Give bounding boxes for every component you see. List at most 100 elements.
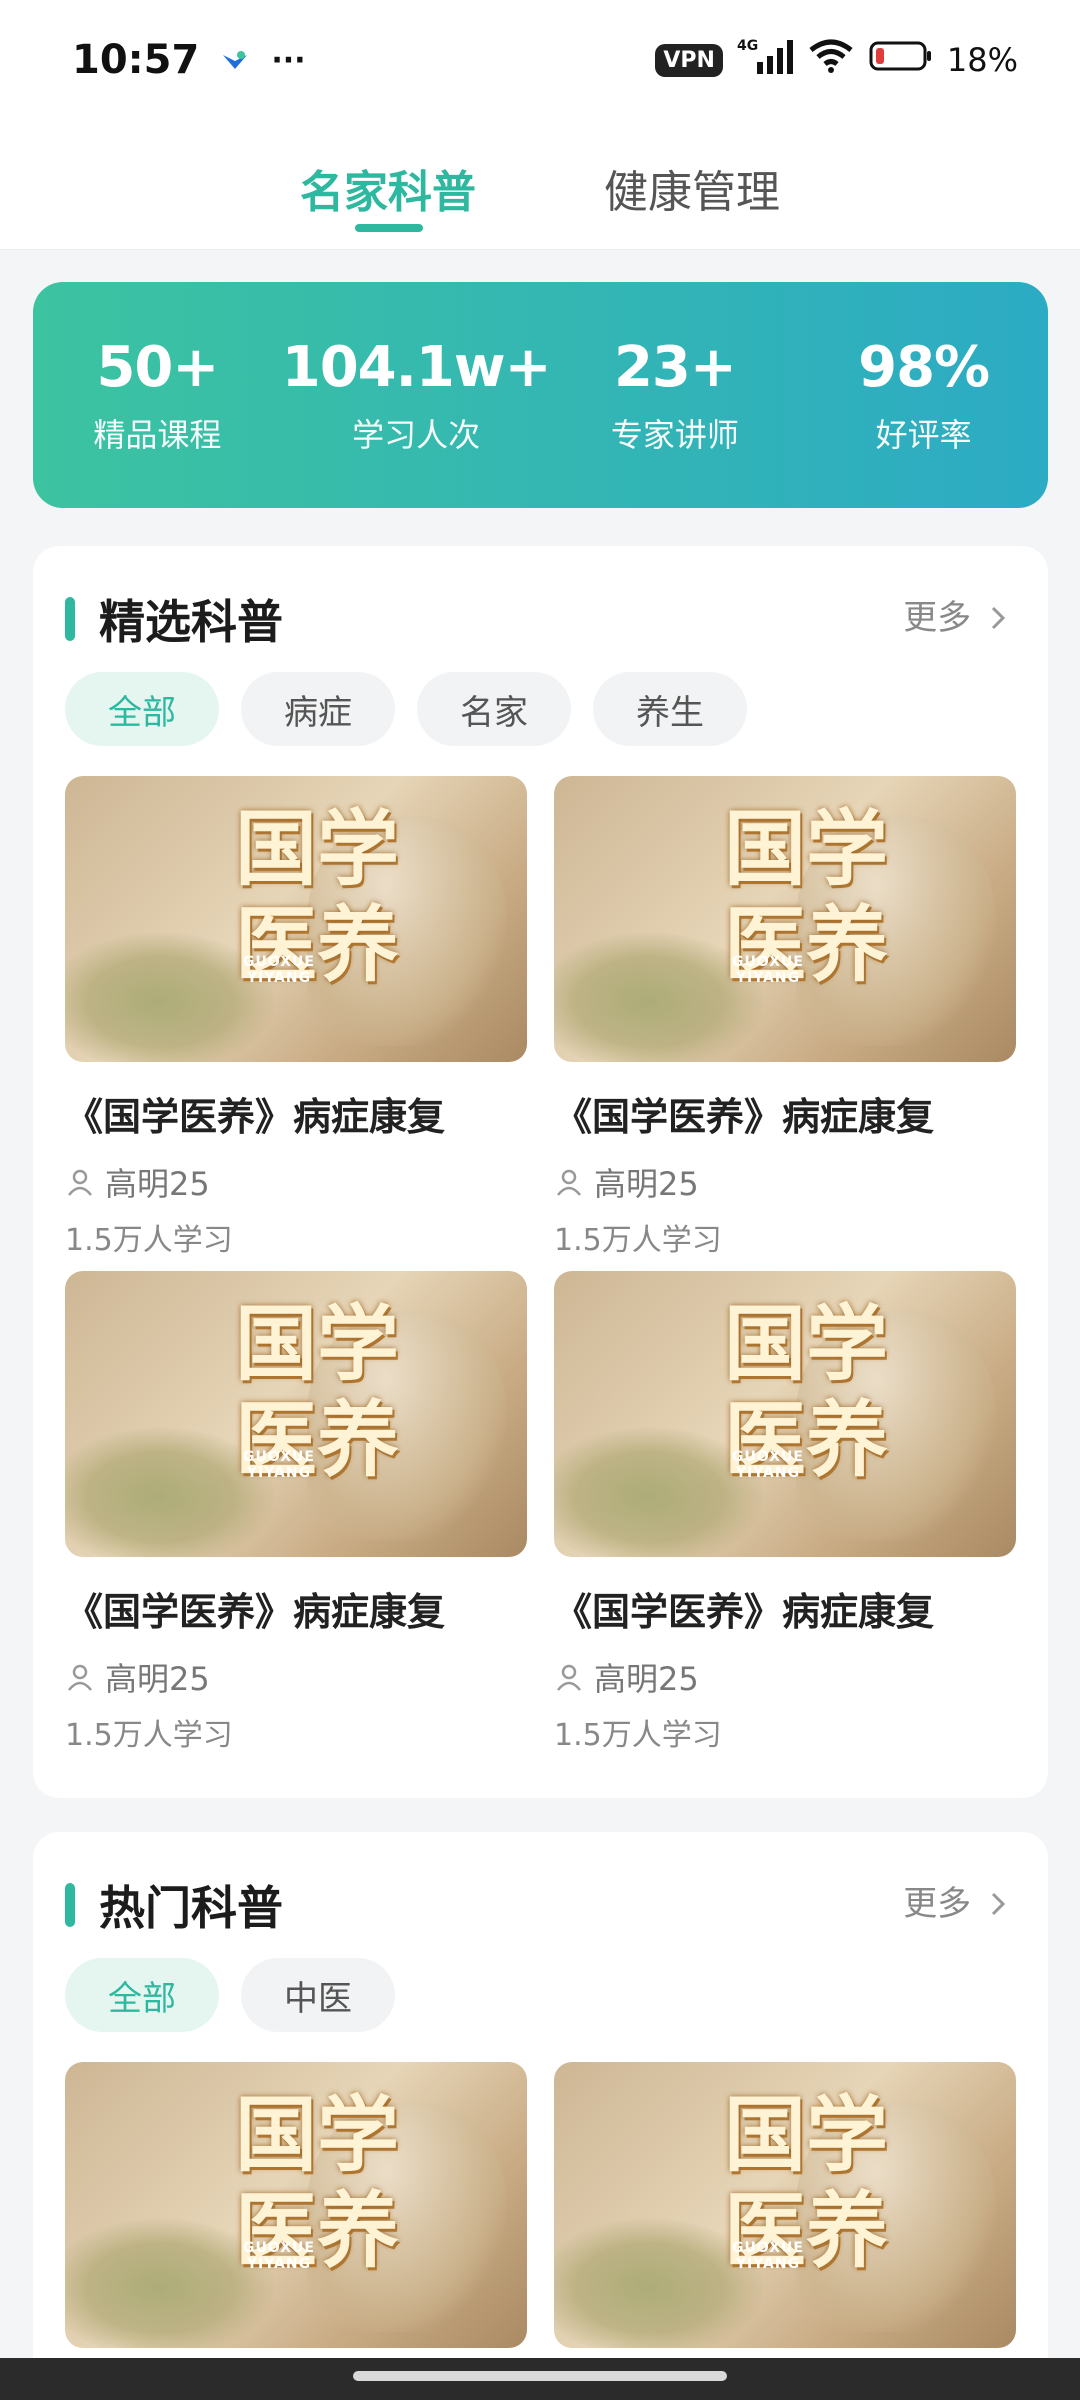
hot-section: 热门科普 更多 全部 中医 国学 医养 GUOXUE YIYANG 国学 医养 GUO… xyxy=(33,1832,1048,2400)
logo-line: 国学 xyxy=(724,1296,889,1392)
logo-line: 国学 xyxy=(724,801,889,897)
stat-learners: 104.1w+ 学习人次 xyxy=(281,334,552,456)
app-notification-icon xyxy=(221,37,249,83)
featured-section: 精选科普 更多 全部 病症 名家 养生 国学 医养 GUOXUE YIYANG 《国… xyxy=(33,546,1048,1798)
chevron-right-icon xyxy=(991,1892,1006,1916)
more-link[interactable]: 更多 xyxy=(903,1876,1008,1925)
pinyin-line: YIYANG xyxy=(735,2256,801,2272)
section-header: 热门科普 xyxy=(65,1872,283,1938)
user-icon xyxy=(557,1664,581,1691)
logo-pinyin: GUOXUE YIYANG xyxy=(732,2240,804,2272)
course-card[interactable]: 国学 医养 GUOXUE YIYANG 《国学医养》病症康复 高明25 1.5万人学… xyxy=(65,776,527,1259)
user-icon xyxy=(557,1169,581,1196)
filter-all[interactable]: 全部 xyxy=(65,672,219,746)
tab-health-management[interactable]: 健康管理 xyxy=(604,156,780,220)
status-bar: 10:57 ··· VPN 4G 18% xyxy=(0,0,1080,120)
logo-line: 国学 xyxy=(235,2087,400,2183)
course-author: 高明25 xyxy=(554,1159,1016,1205)
course-card[interactable]: 国学 医养 GUOXUE YIYANG 《国学医养》病症康复 高明25 1.5万人学… xyxy=(554,1271,1016,1754)
battery-percent: 18% xyxy=(946,41,1018,79)
more-label: 更多 xyxy=(903,1884,972,1924)
learner-count: 1.5万人学习 xyxy=(65,1223,233,1258)
author-name: 高明25 xyxy=(105,1660,210,1698)
logo-line: 国学 xyxy=(724,2087,889,2183)
stat-label: 学习人次 xyxy=(352,415,481,454)
filter-chips: 全部 病症 名家 养生 xyxy=(65,672,747,746)
clock: 10:57 xyxy=(72,37,200,83)
course-title: 《国学医养》病症康复 xyxy=(65,1095,446,1139)
logo-pinyin: GUOXUE YIYANG xyxy=(732,954,804,986)
logo-pinyin: GUOXUE YIYANG xyxy=(732,1449,804,1481)
battery-icon xyxy=(869,40,933,80)
section-accent-bar xyxy=(65,597,75,641)
stat-value: 50+ xyxy=(96,334,219,400)
stat-label: 好评率 xyxy=(875,415,972,454)
more-label: 更多 xyxy=(903,598,972,638)
logo-pinyin: GUOXUE YIYANG xyxy=(243,2240,315,2272)
course-thumbnail: 国学 医养 GUOXUE YIYANG xyxy=(554,1271,1016,1557)
pinyin-line: GUOXUE xyxy=(732,2240,804,2256)
filter-chips: 全部 中医 xyxy=(65,1958,395,2032)
course-thumbnail: 国学 医养 GUOXUE YIYANG xyxy=(554,2062,1016,2348)
pinyin-line: YIYANG xyxy=(246,1465,312,1481)
stat-label: 精品课程 xyxy=(93,415,222,454)
pinyin-line: YIYANG xyxy=(246,2256,312,2272)
more-link[interactable]: 更多 xyxy=(903,590,1008,639)
course-author: 高明25 xyxy=(65,1159,527,1205)
user-icon xyxy=(68,1664,92,1691)
learner-count: 1.5万人学习 xyxy=(65,1718,233,1753)
pinyin-line: GUOXUE xyxy=(732,1449,804,1465)
pinyin-line: YIYANG xyxy=(735,970,801,986)
course-thumbnail: 国学 医养 GUOXUE YIYANG xyxy=(554,776,1016,1062)
network-type-label: 4G xyxy=(737,38,758,54)
user-icon xyxy=(68,1169,92,1196)
learner-count: 1.5万人学习 xyxy=(554,1718,722,1753)
more-notifications-icon: ··· xyxy=(271,42,306,78)
logo-pinyin: GUOXUE YIYANG xyxy=(243,1449,315,1481)
filter-all[interactable]: 全部 xyxy=(65,1958,219,2032)
chevron-right-icon xyxy=(991,606,1006,630)
logo-line: 国学 xyxy=(235,1296,400,1392)
filter-wellness[interactable]: 养生 xyxy=(593,672,747,746)
top-tabs: 名家科普 健康管理 xyxy=(0,120,1080,250)
pinyin-line: GUOXUE xyxy=(243,1449,315,1465)
author-name: 高明25 xyxy=(594,1660,699,1698)
course-card[interactable]: 国学 医养 GUOXUE YIYANG 《国学医养》病症康复 高明25 1.5万人学… xyxy=(554,776,1016,1259)
course-title: 《国学医养》病症康复 xyxy=(554,1590,935,1634)
author-name: 高明25 xyxy=(594,1165,699,1203)
logo-pinyin: GUOXUE YIYANG xyxy=(243,954,315,986)
pinyin-line: GUOXUE xyxy=(243,2240,315,2256)
stat-value: 104.1w+ xyxy=(281,334,552,400)
course-title: 《国学医养》病症康复 xyxy=(554,1095,935,1139)
filter-tcm[interactable]: 中医 xyxy=(241,1958,395,2032)
stat-courses: 50+ 精品课程 xyxy=(33,335,282,456)
course-author: 高明25 xyxy=(65,1654,527,1700)
pinyin-line: GUOXUE xyxy=(732,954,804,970)
pinyin-line: YIYANG xyxy=(735,1465,801,1481)
pinyin-line: YIYANG xyxy=(246,970,312,986)
filter-expert[interactable]: 名家 xyxy=(417,672,571,746)
logo-line: 国学 xyxy=(235,801,400,897)
course-card[interactable]: 国学 医养 GUOXUE YIYANG xyxy=(65,2062,527,2348)
stat-value: 23+ xyxy=(613,334,737,400)
home-gesture-handle[interactable] xyxy=(353,2371,727,2381)
filter-disease[interactable]: 病症 xyxy=(241,672,395,746)
course-author: 高明25 xyxy=(554,1654,1016,1700)
section-header: 精选科普 xyxy=(65,586,283,652)
tab-science[interactable]: 名家科普 xyxy=(300,156,476,220)
system-navigation-bar xyxy=(0,2358,1080,2400)
course-thumbnail: 国学 医养 GUOXUE YIYANG xyxy=(65,1271,527,1557)
section-accent-bar xyxy=(65,1883,75,1927)
course-card[interactable]: 国学 医养 GUOXUE YIYANG 《国学医养》病症康复 高明25 1.5万人学… xyxy=(65,1271,527,1754)
stat-experts: 23+ 专家讲师 xyxy=(551,335,800,456)
wifi-icon xyxy=(807,38,855,82)
course-thumbnail: 国学 医养 GUOXUE YIYANG xyxy=(65,776,527,1062)
stat-label: 专家讲师 xyxy=(610,415,739,454)
course-thumbnail: 国学 医养 GUOXUE YIYANG xyxy=(65,2062,527,2348)
stat-rating: 98% 好评率 xyxy=(799,335,1048,456)
stat-value: 98% xyxy=(858,334,990,400)
stats-banner: 50+ 精品课程 104.1w+ 学习人次 23+ 专家讲师 98% 好评率 xyxy=(33,282,1048,508)
course-card[interactable]: 国学 医养 GUOXUE YIYANG xyxy=(554,2062,1016,2348)
section-title: 热门科普 xyxy=(99,1881,283,1935)
pinyin-line: GUOXUE xyxy=(243,954,315,970)
